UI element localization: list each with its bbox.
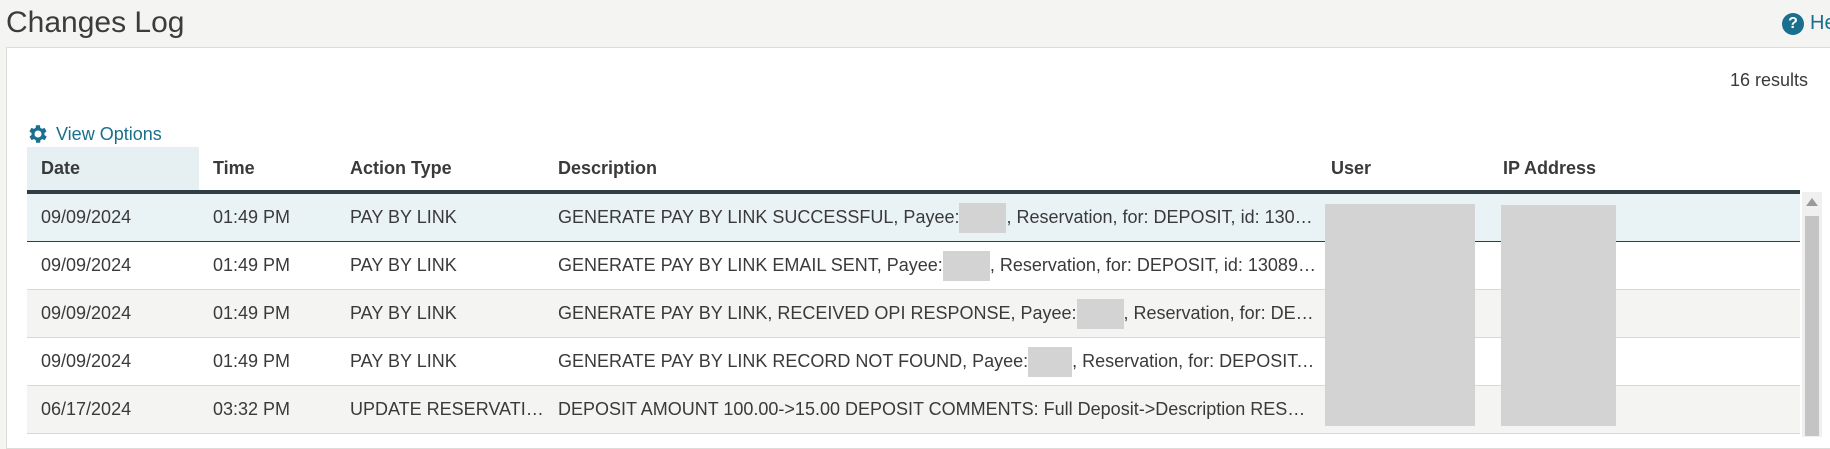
redacted-payee <box>959 202 1007 233</box>
redacted-payee <box>942 250 990 281</box>
cell-description: GENERATE PAY BY LINK, RECEIVED OPI RESPO… <box>544 298 1317 329</box>
cell-description: GENERATE PAY BY LINK EMAIL SENT, Payee:,… <box>544 250 1317 281</box>
description-text: GENERATE PAY BY LINK RECORD NOT FOUND, P… <box>558 350 1029 371</box>
page-title: Changes Log <box>6 6 185 39</box>
cell-date: 06/17/2024 <box>41 399 132 419</box>
cell-time: 01:49 PM <box>213 255 291 275</box>
cell-time: 01:49 PM <box>213 303 291 323</box>
help-link[interactable]: ? Help <box>1782 12 1830 35</box>
view-options-label: View Options <box>56 123 162 144</box>
description-text: , Reservation, for: DEPOSIT, id: 1308974… <box>989 254 1317 275</box>
view-options-button[interactable]: View Options <box>26 122 162 146</box>
cell-date: 09/09/2024 <box>41 255 132 275</box>
redacted-payee <box>1028 346 1073 377</box>
scrollbar-thumb[interactable] <box>1805 216 1819 436</box>
column-header-action-type[interactable]: Action Type <box>336 147 544 190</box>
description-text: GENERATE PAY BY LINK SUCCESSFUL, Payee: <box>558 206 960 227</box>
description-text: , Reservation, for: DEPOSIT, id: 1308974… <box>1006 206 1317 227</box>
description-text: GENERATE PAY BY LINK EMAIL SENT, Payee: <box>558 254 943 275</box>
gear-icon <box>29 125 47 143</box>
results-count: 16 results <box>1729 70 1808 90</box>
redacted-user-column <box>1325 204 1475 426</box>
cell-action-type: PAY BY LINK <box>350 207 457 227</box>
cell-date: 09/09/2024 <box>41 303 132 323</box>
cell-time: 01:49 PM <box>213 207 291 227</box>
cell-description: GENERATE PAY BY LINK RECORD NOT FOUND, P… <box>544 346 1317 377</box>
redacted-payee <box>1076 298 1124 329</box>
cell-action-type: PAY BY LINK <box>350 255 457 275</box>
cell-action-type: PAY BY LINK <box>350 351 457 371</box>
column-header-ip-address[interactable]: IP Address <box>1489 147 1800 190</box>
description-text: GENERATE PAY BY LINK, RECEIVED OPI RESPO… <box>558 302 1077 323</box>
description-text: DEPOSIT AMOUNT 100.00->15.00 DEPOSIT COM… <box>558 399 1317 419</box>
column-header-user[interactable]: User <box>1317 147 1489 190</box>
table-scrollbar[interactable] <box>1802 192 1822 437</box>
redacted-ip-column <box>1501 205 1616 426</box>
cell-description: DEPOSIT AMOUNT 100.00->15.00 DEPOSIT COM… <box>544 399 1317 420</box>
cell-description: GENERATE PAY BY LINK SUCCESSFUL, Payee:,… <box>544 202 1317 233</box>
table-header-row: Date Time Action Type Description User I… <box>27 147 1800 193</box>
description-text: , Reservation, for: DEPOSIT, id: 130... <box>1072 350 1317 371</box>
cell-date: 09/09/2024 <box>41 207 132 227</box>
description-text: , Reservation, for: DEPOSIT, id: ... <box>1123 302 1317 323</box>
scroll-up-arrow-icon[interactable] <box>1806 198 1818 206</box>
column-header-date[interactable]: Date <box>27 147 199 190</box>
column-header-description[interactable]: Description <box>544 147 1317 190</box>
cell-action-type: PAY BY LINK <box>350 303 457 323</box>
cell-action-type: UPDATE RESERVATION <box>350 399 544 419</box>
help-label: Help <box>1810 12 1830 34</box>
cell-time: 03:32 PM <box>213 399 291 419</box>
cell-time: 01:49 PM <box>213 351 291 371</box>
question-circle-icon: ? <box>1782 12 1804 35</box>
column-header-time[interactable]: Time <box>199 147 336 190</box>
cell-date: 09/09/2024 <box>41 351 132 371</box>
